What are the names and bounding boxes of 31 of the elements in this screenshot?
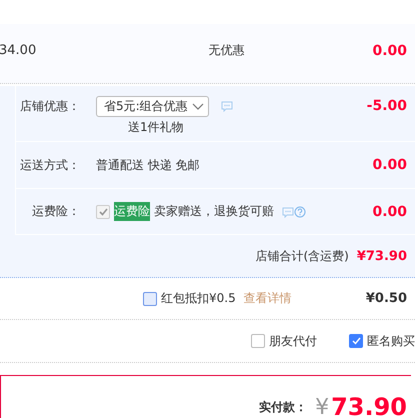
option-amount: 0.00 [371, 204, 407, 220]
chat-help-icon[interactable] [282, 206, 306, 218]
option-label: 运送方式： [19, 156, 80, 174]
option-label: 运费险： [31, 203, 80, 220]
option-amount: 0.00 [371, 157, 407, 173]
insurance-tag: 运费险 [114, 202, 150, 221]
checkbox[interactable] [251, 334, 265, 348]
insurance-text: 卖家赠送，退换货可赔 [154, 203, 274, 220]
option-text: 匿名购买 [367, 332, 415, 350]
check-icon [352, 337, 360, 345]
discount-text: 无优惠 [208, 42, 246, 59]
check-icon [98, 208, 108, 216]
discount-select[interactable]: 省5元:组合优惠 [96, 96, 209, 117]
shop-total-amount: ¥73.90 [356, 248, 407, 264]
currency-sign: ¥ [315, 394, 330, 418]
coupon-label: 红包抵扣¥0.5 [161, 290, 236, 307]
checkbox[interactable] [143, 292, 157, 306]
payment-amount: 73.90 [331, 393, 407, 418]
payment-label: 实付款： [259, 398, 308, 416]
shop-total-label: 店铺合计(含运费) [255, 248, 349, 264]
gift-note: 送1件礼物 [128, 119, 185, 136]
shipping-method: 普通配送 快递 免邮 [96, 156, 201, 174]
caret-icon [192, 102, 204, 110]
option-text: 朋友代付 [269, 332, 317, 350]
coupon-amount: ¥0.50 [366, 291, 407, 306]
chat-icon[interactable] [220, 101, 233, 112]
option-amount: -5.00 [366, 97, 407, 116]
item-price: 34.00 [0, 43, 36, 58]
option-label: 店铺优惠： [19, 98, 80, 115]
item-amount: 0.00 [371, 42, 407, 58]
checkbox[interactable] [349, 334, 363, 348]
